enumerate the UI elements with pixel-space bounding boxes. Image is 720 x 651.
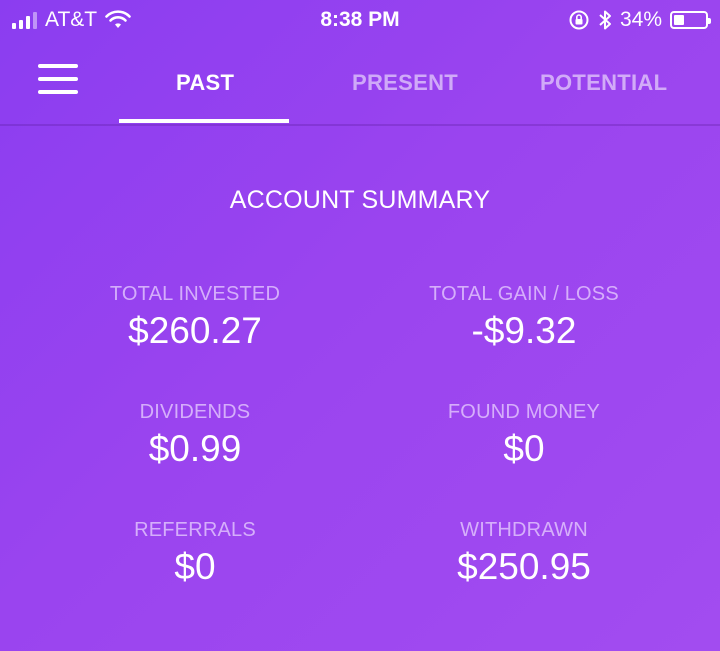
cellular-signal-icon (12, 11, 37, 29)
stat-value: $260.27 (128, 310, 262, 351)
stat-label: WITHDRAWN (460, 519, 588, 541)
status-bar: AT&T 8:38 PM 34% (0, 0, 720, 40)
status-left: AT&T (12, 8, 131, 32)
stat-label: TOTAL INVESTED (109, 283, 281, 305)
stat-value: $0 (503, 428, 545, 469)
status-time: 8:38 PM (320, 8, 400, 31)
stat-value: -$9.32 (471, 310, 577, 351)
hamburger-menu-icon[interactable] (38, 64, 78, 94)
stat-found-money: FOUND MONEY $0 (394, 401, 654, 470)
stat-value: $0.99 (148, 428, 242, 469)
stat-label: FOUND MONEY (447, 401, 601, 423)
bluetooth-icon (599, 10, 611, 30)
top-nav: PAST PRESENT POTENTIAL (0, 40, 720, 124)
stat-dividends: DIVIDENDS $0.99 (65, 401, 325, 470)
stat-total-invested: TOTAL INVESTED $260.27 (65, 283, 325, 352)
tab-past[interactable]: PAST (176, 70, 234, 96)
stat-label: TOTAL GAIN / LOSS (429, 283, 619, 305)
nav-divider (0, 124, 720, 126)
wifi-icon (105, 10, 131, 28)
tab-present[interactable]: PRESENT (352, 70, 458, 96)
stat-withdrawn: WITHDRAWN $250.95 (394, 519, 654, 588)
stat-value: $0 (174, 546, 216, 587)
status-right: 34% (568, 8, 711, 32)
account-summary-title: ACCOUNT SUMMARY (229, 186, 491, 214)
tab-potential[interactable]: POTENTIAL (540, 70, 667, 96)
orientation-lock-icon (569, 10, 589, 30)
battery-fill (674, 15, 685, 25)
carrier-name: AT&T (45, 8, 98, 31)
battery-icon (670, 11, 711, 29)
stat-label: DIVIDENDS (139, 401, 251, 423)
stat-referrals: REFERRALS $0 (65, 519, 325, 588)
battery-percent: 34% (619, 8, 662, 31)
stat-total-gain-loss: TOTAL GAIN / LOSS -$9.32 (394, 283, 654, 352)
stat-value: $250.95 (457, 546, 591, 587)
stat-label: REFERRALS (134, 519, 256, 541)
active-tab-indicator (119, 119, 289, 123)
